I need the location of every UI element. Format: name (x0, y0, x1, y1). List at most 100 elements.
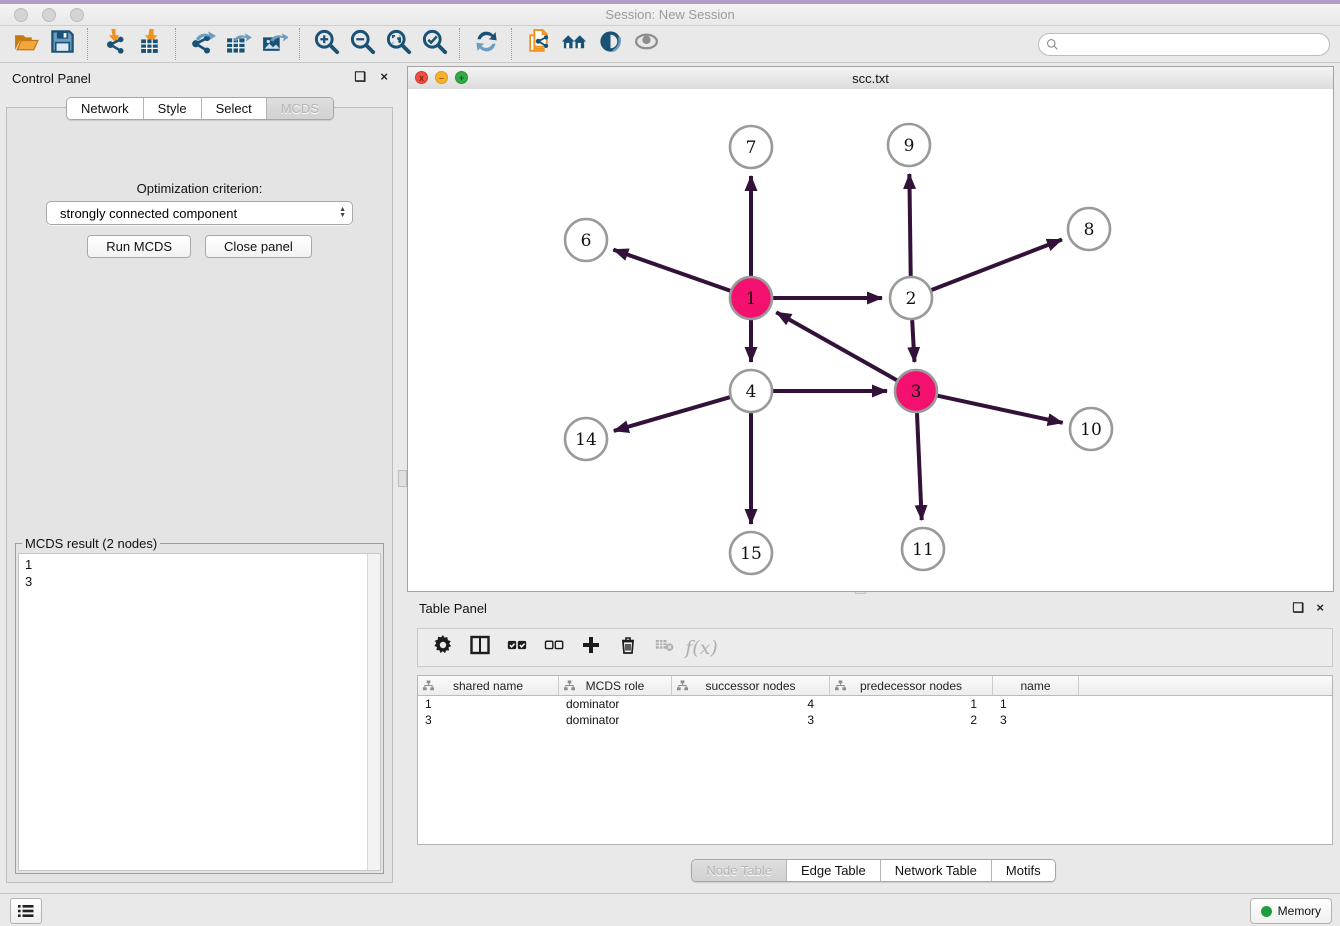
gear-button[interactable] (426, 633, 459, 663)
zoom-in-icon (313, 28, 340, 60)
export-table-icon (225, 28, 252, 60)
refresh-button[interactable] (468, 28, 504, 60)
tab-network[interactable]: Network (67, 98, 143, 119)
cell-name[interactable]: 3 (993, 712, 1079, 728)
zoom-fit-button[interactable] (380, 28, 416, 60)
clone-network-icon (525, 28, 552, 60)
eye-button[interactable] (628, 28, 664, 60)
result-scrollbar[interactable] (367, 554, 380, 870)
cell-shared-name[interactable]: 1 (418, 696, 559, 712)
cell-predecessor-nodes[interactable]: 2 (830, 712, 993, 728)
memory-button[interactable]: Memory (1250, 898, 1332, 924)
tab-motifs[interactable]: Motifs (991, 860, 1055, 881)
delete-button[interactable] (611, 633, 644, 663)
tab-node-table[interactable]: Node Table (692, 860, 786, 881)
cell-successor-nodes[interactable]: 4 (672, 696, 830, 712)
network-window-titlebar[interactable]: x – + scc.txt (408, 67, 1333, 90)
table-row[interactable]: 1dominator411 (418, 696, 1332, 712)
deselect-all-button[interactable] (537, 633, 570, 663)
graph-node-label: 10 (1080, 420, 1102, 440)
open-folder-button[interactable] (8, 28, 44, 60)
export-network-button[interactable] (184, 28, 220, 60)
run-mcds-button[interactable]: Run MCDS (87, 235, 191, 258)
graph-node-10[interactable]: 10 (1070, 408, 1112, 450)
gear-icon (433, 635, 453, 660)
graph-edge-4-14[interactable] (614, 397, 730, 431)
graph-edge-3-1[interactable] (776, 312, 897, 380)
zoom-out-button[interactable] (344, 28, 380, 60)
tab-mcds[interactable]: MCDS (266, 98, 333, 119)
graph-edge-3-11[interactable] (917, 413, 922, 520)
graph-node-label: 2 (906, 289, 917, 309)
zoom-out-icon (349, 28, 376, 60)
cell-successor-nodes[interactable]: 3 (672, 712, 830, 728)
toolbar-separator (175, 28, 177, 60)
zoom-in-button[interactable] (308, 28, 344, 60)
search-field[interactable] (1038, 33, 1330, 56)
hide-panel-button[interactable] (592, 28, 628, 60)
cell-shared-name[interactable]: 3 (418, 712, 559, 728)
column-header-shared-name[interactable]: shared name (418, 676, 559, 695)
criterion-select[interactable]: strongly connected component ▲▼ (46, 201, 353, 225)
column-header-label: predecessor nodes (860, 679, 962, 693)
graph-node-1[interactable]: 1 (730, 277, 772, 319)
control-panel-tabbar: NetworkStyleSelectMCDS (66, 97, 334, 120)
cell-MCDS-role[interactable]: dominator (559, 696, 672, 712)
graph-node-15[interactable]: 15 (730, 532, 772, 574)
tab-edge-table[interactable]: Edge Table (786, 860, 880, 881)
vertical-splitter-handle[interactable] (398, 470, 407, 487)
import-table-button[interactable] (132, 28, 168, 60)
import-network-button[interactable] (96, 28, 132, 60)
graph-node-9[interactable]: 9 (888, 124, 930, 166)
search-input[interactable] (1063, 35, 1329, 55)
close-panel-icon[interactable]: × (380, 69, 388, 84)
column-header-predecessor-nodes[interactable]: predecessor nodes (830, 676, 993, 695)
select-stepper-icon: ▲▼ (339, 207, 346, 219)
select-all-button[interactable] (500, 633, 533, 663)
graph-node-11[interactable]: 11 (902, 528, 944, 570)
graph-edge-2-8[interactable] (932, 239, 1062, 290)
show-panels-button[interactable] (10, 898, 42, 924)
tab-select[interactable]: Select (201, 98, 266, 119)
graph-node-4[interactable]: 4 (730, 370, 772, 412)
cell-predecessor-nodes[interactable]: 1 (830, 696, 993, 712)
graph-edge-3-10[interactable] (937, 396, 1062, 423)
tab-style[interactable]: Style (143, 98, 201, 119)
tab-network-table[interactable]: Network Table (880, 860, 991, 881)
cell-MCDS-role[interactable]: dominator (559, 712, 672, 728)
graph-node-3[interactable]: 3 (895, 370, 937, 412)
graph-node-2[interactable]: 2 (890, 277, 932, 319)
graph-edge-2-3[interactable] (912, 320, 914, 362)
network-window-title: scc.txt (408, 71, 1333, 86)
close-table-panel-icon[interactable]: × (1316, 600, 1324, 615)
float-table-panel-icon[interactable]: ❏ (1292, 600, 1304, 616)
export-table-button[interactable] (220, 28, 256, 60)
graph-node-14[interactable]: 14 (565, 418, 607, 460)
graph-node-6[interactable]: 6 (565, 219, 607, 261)
mcds-result-textarea[interactable]: 1 3 (18, 553, 381, 871)
network-canvas[interactable]: 1 2 3 4 6 7 8 9 10 11 14 15 (408, 89, 1333, 591)
save-button[interactable] (44, 28, 80, 60)
graph-node-7[interactable]: 7 (730, 126, 772, 168)
mcds-result-legend: MCDS result (2 nodes) (22, 536, 160, 551)
column-header-successor-nodes[interactable]: successor nodes (672, 676, 830, 695)
column-header-MCDS-role[interactable]: MCDS role (559, 676, 672, 695)
table-row[interactable]: 3dominator323 (418, 712, 1332, 728)
graph-node-8[interactable]: 8 (1068, 208, 1110, 250)
graph-edge-1-6[interactable] (613, 250, 730, 291)
add-column-button[interactable] (574, 633, 607, 663)
close-panel-button[interactable]: Close panel (205, 235, 312, 258)
column-header-name[interactable]: name (993, 676, 1079, 695)
graph-edge-2-9[interactable] (909, 174, 910, 276)
cell-name[interactable]: 1 (993, 696, 1079, 712)
float-panel-icon[interactable]: ❏ (354, 69, 366, 85)
column-view-icon (470, 635, 490, 660)
import-table-icon (137, 28, 164, 60)
network-window: x – + scc.txt 1 2 3 4 6 7 8 9 10 11 14 15 (407, 66, 1334, 592)
graph-node-label: 6 (581, 231, 592, 251)
export-image-button[interactable] (256, 28, 292, 60)
zoom-selected-button[interactable] (416, 28, 452, 60)
column-view-button[interactable] (463, 633, 496, 663)
home-button[interactable] (556, 28, 592, 60)
clone-network-button[interactable] (520, 28, 556, 60)
